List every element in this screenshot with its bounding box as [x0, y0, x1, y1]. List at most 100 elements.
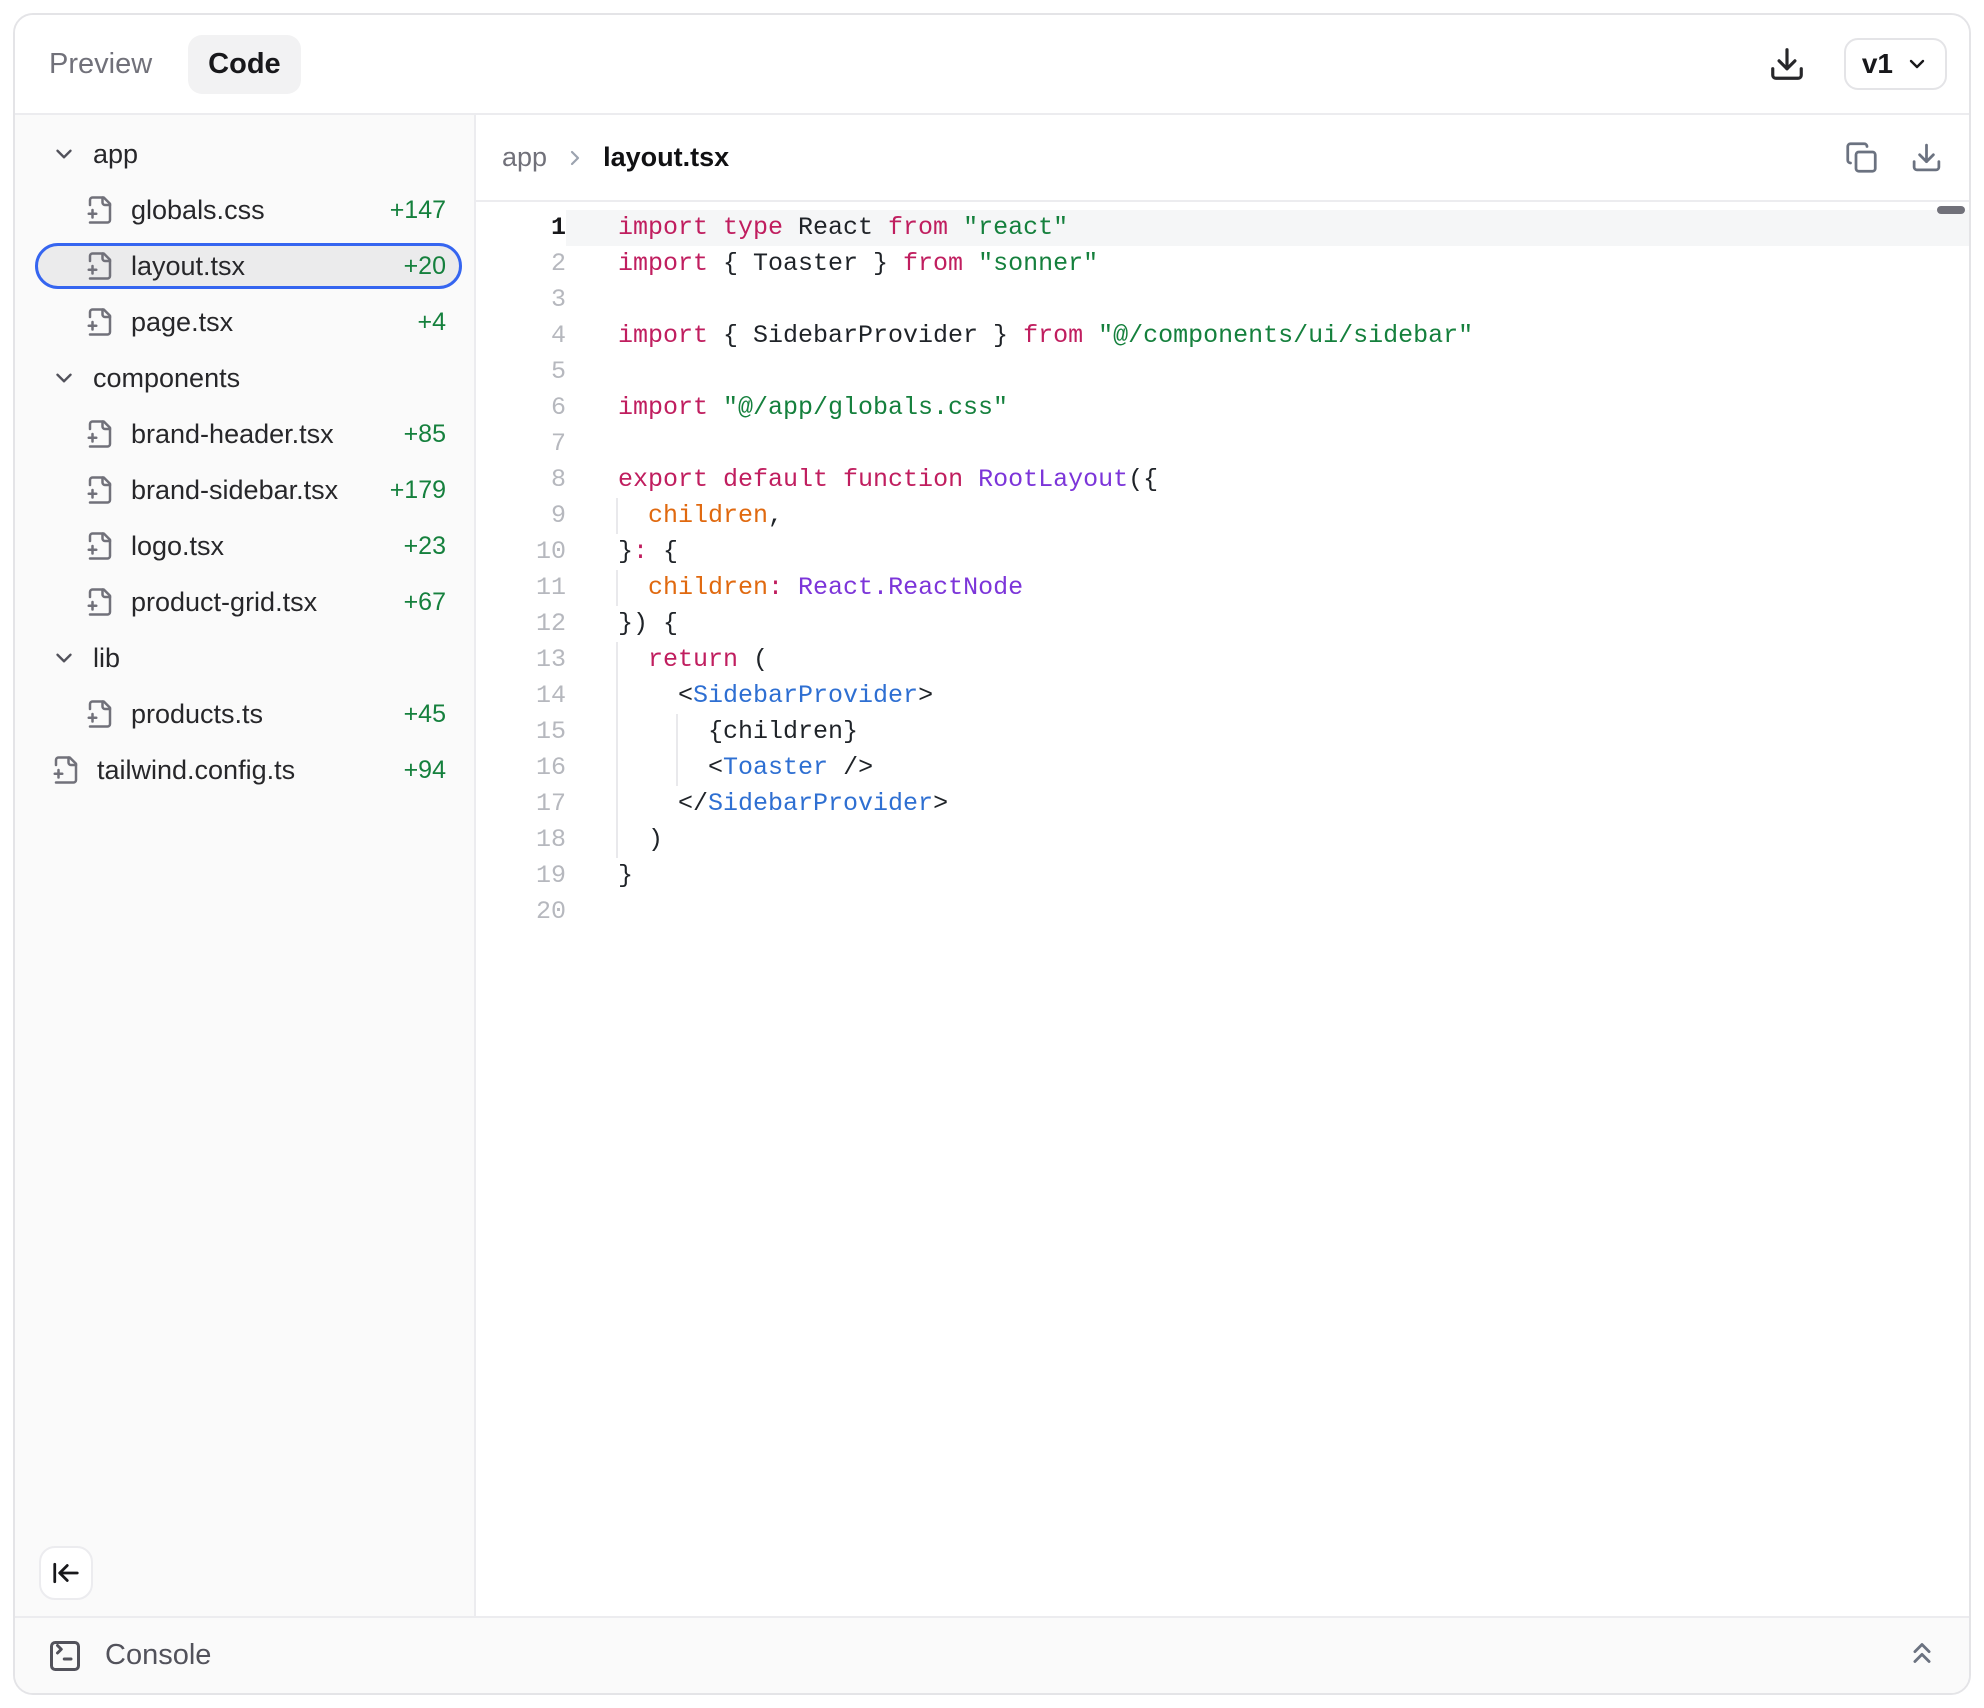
- code-line-7: 7: [476, 426, 1969, 462]
- file-label: layout.tsx: [131, 251, 245, 282]
- file-item-products.ts[interactable]: products.ts+45: [35, 691, 462, 737]
- file-item-logo.tsx[interactable]: logo.tsx+23: [35, 523, 462, 569]
- line-number: 15: [476, 714, 566, 750]
- line-content: }) {: [566, 606, 1969, 642]
- folder-label: lib: [93, 643, 120, 674]
- line-content: </SidebarProvider>: [566, 786, 1969, 822]
- download-button[interactable]: [1768, 45, 1806, 83]
- diff-count: +67: [392, 588, 446, 617]
- line-number: 14: [476, 678, 566, 714]
- file-item-layout.tsx[interactable]: layout.tsx+20: [35, 243, 462, 289]
- file-tree-sidebar: app globals.css+147 layout.tsx+20 page.tsx +…: [15, 115, 476, 1616]
- breadcrumb: app layout.tsx: [502, 142, 729, 173]
- line-number: 13: [476, 642, 566, 678]
- download-file-button[interactable]: [1910, 141, 1943, 174]
- line-content: children,: [566, 498, 1969, 534]
- chevrons-up-icon: [1905, 1636, 1939, 1670]
- indent-guide: [616, 498, 618, 534]
- line-content: [566, 426, 1969, 462]
- file-added-icon: [85, 307, 115, 337]
- file-added-icon: [51, 755, 81, 785]
- line-number: 1: [476, 210, 566, 246]
- line-content: import "@/app/globals.css": [566, 390, 1969, 426]
- line-content: import type React from "react": [566, 210, 1969, 246]
- breadcrumb-dir[interactable]: app: [502, 142, 547, 173]
- code-header-actions: [1845, 141, 1943, 174]
- line-content: import { Toaster } from "sonner": [566, 246, 1969, 282]
- folder-item-lib[interactable]: lib: [35, 635, 462, 681]
- file-item-product-grid.tsx[interactable]: product-grid.tsx+67: [35, 579, 462, 625]
- file-item-brand-header.tsx[interactable]: brand-header.tsx+85: [35, 411, 462, 457]
- code-line-8: 8export default function RootLayout({: [476, 462, 1969, 498]
- line-number: 4: [476, 318, 566, 354]
- code-line-20: 20: [476, 894, 1969, 930]
- diff-count: +94: [392, 756, 446, 785]
- file-label: brand-header.tsx: [131, 419, 334, 450]
- code-line-15: 15 {children}: [476, 714, 1969, 750]
- indent-guide: [616, 642, 618, 858]
- folder-label: app: [93, 139, 138, 170]
- console-bar[interactable]: Console: [15, 1616, 1969, 1693]
- code-line-19: 19}: [476, 858, 1969, 894]
- file-item-page.tsx[interactable]: page.tsx +4: [35, 299, 462, 345]
- code-line-1: 1import type React from "react": [476, 210, 1969, 246]
- breadcrumb-file: layout.tsx: [603, 142, 729, 173]
- code-editor[interactable]: 1import type React from "react"2import {…: [476, 202, 1969, 1616]
- code-line-12: 12}) {: [476, 606, 1969, 642]
- code-line-4: 4import { SidebarProvider } from "@/comp…: [476, 318, 1969, 354]
- tab-preview[interactable]: Preview: [49, 48, 152, 81]
- line-number: 17: [476, 786, 566, 822]
- line-content: children: React.ReactNode: [566, 570, 1969, 606]
- code-line-17: 17 </SidebarProvider>: [476, 786, 1969, 822]
- version-dropdown[interactable]: v1: [1844, 38, 1947, 90]
- code-line-16: 16 <Toaster />: [476, 750, 1969, 786]
- version-label: v1: [1862, 48, 1893, 80]
- file-added-icon: [85, 419, 115, 449]
- diff-count: +147: [378, 196, 446, 225]
- line-number: 19: [476, 858, 566, 894]
- line-content: export default function RootLayout({: [566, 462, 1969, 498]
- line-number: 3: [476, 282, 566, 318]
- line-content: [566, 354, 1969, 390]
- line-content: {children}: [566, 714, 1969, 750]
- main-region: app globals.css+147 layout.tsx+20 page.tsx +…: [15, 115, 1969, 1616]
- top-bar: Preview Code v1: [15, 15, 1969, 115]
- code-panel: Preview Code v1 app globals.css+147 layout…: [13, 13, 1971, 1695]
- indent-guide: [676, 714, 678, 786]
- line-number: 20: [476, 894, 566, 930]
- line-content: ): [566, 822, 1969, 858]
- line-content: return (: [566, 642, 1969, 678]
- chevron-down-icon: [51, 365, 77, 391]
- file-added-icon: [85, 251, 115, 281]
- file-item-tailwind.config.ts[interactable]: tailwind.config.ts +94: [35, 747, 462, 793]
- diff-count: +45: [392, 700, 446, 729]
- file-added-icon: [85, 699, 115, 729]
- console-label: Console: [105, 1639, 211, 1672]
- collapse-left-icon: [51, 1558, 81, 1588]
- line-number: 2: [476, 246, 566, 282]
- line-content: }: [566, 858, 1969, 894]
- diff-count: +4: [405, 308, 446, 337]
- collapse-sidebar-button[interactable]: [39, 1546, 93, 1600]
- folder-item-components[interactable]: components: [35, 355, 462, 401]
- file-item-globals.css[interactable]: globals.css+147: [35, 187, 462, 233]
- file-item-brand-sidebar.tsx[interactable]: brand-sidebar.tsx+179: [35, 467, 462, 513]
- line-content: import { SidebarProvider } from "@/compo…: [566, 318, 1969, 354]
- copy-code-button[interactable]: [1845, 141, 1878, 174]
- expand-console-button[interactable]: [1905, 1636, 1939, 1675]
- chevron-down-icon: [1905, 52, 1929, 76]
- file-label: page.tsx: [131, 307, 233, 338]
- terminal-icon: [47, 1638, 83, 1674]
- file-label: tailwind.config.ts: [97, 755, 295, 786]
- scrollbar-thumb[interactable]: [1937, 206, 1965, 214]
- folder-item-app[interactable]: app: [35, 131, 462, 177]
- file-label: logo.tsx: [131, 531, 224, 562]
- line-number: 16: [476, 750, 566, 786]
- topbar-actions: v1: [1768, 38, 1947, 90]
- line-content: }: {: [566, 534, 1969, 570]
- line-number: 18: [476, 822, 566, 858]
- tab-code[interactable]: Code: [188, 35, 301, 94]
- file-tree: app globals.css+147 layout.tsx+20 page.tsx +…: [35, 131, 462, 803]
- file-added-icon: [85, 587, 115, 617]
- code-header: app layout.tsx: [476, 115, 1969, 202]
